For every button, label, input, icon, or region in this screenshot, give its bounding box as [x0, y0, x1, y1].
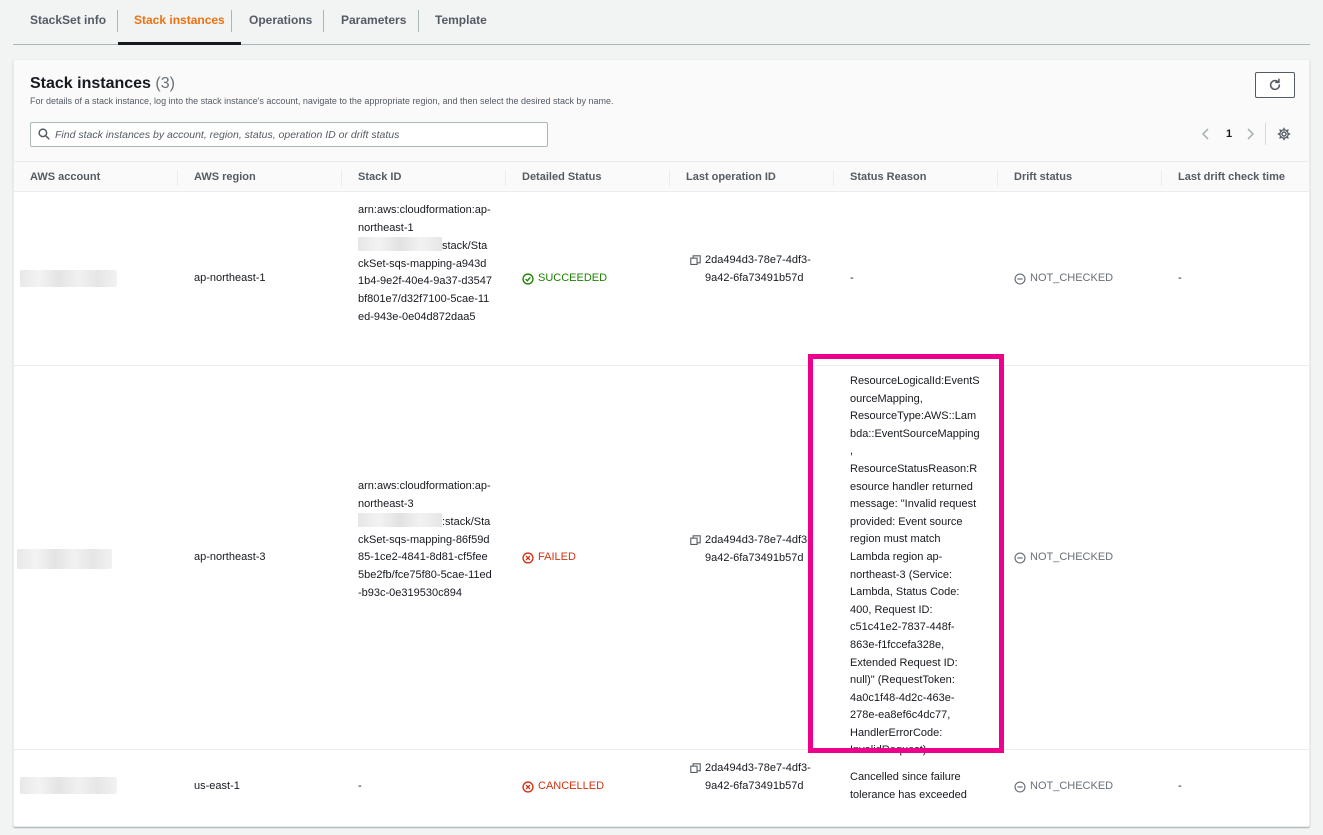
- last-operation-id[interactable]: 2da494d3-78e7-4df3-9a42-6fa73491b57d: [690, 532, 815, 567]
- redacted-account: [358, 237, 442, 252]
- stack-id-prefix: arn:aws:cloudformation:ap-northeast-1: [358, 204, 491, 234]
- column-header-aws-account[interactable]: AWS account: [30, 162, 100, 192]
- stack-id-suffix: :stack/StackSet-sqs-mapping-86f59d85-1ce…: [358, 516, 492, 599]
- preferences-button[interactable]: [1277, 123, 1291, 145]
- drift-status-text: NOT_CHECKED: [1030, 551, 1114, 563]
- stack-id: -: [358, 780, 362, 792]
- operation-id-text: 2da494d3-78e7-4df3-9a42-6fa73491b57d: [705, 762, 811, 792]
- search-icon: [38, 128, 50, 140]
- column-header-last-drift-check-time[interactable]: Last drift check time: [1178, 162, 1285, 192]
- tab-stackset-info[interactable]: StackSet info: [14, 0, 122, 44]
- aws-account-redacted: [17, 549, 112, 569]
- aws-account-redacted: [20, 270, 117, 287]
- copy-icon[interactable]: [690, 535, 701, 546]
- refresh-icon: [1269, 78, 1281, 91]
- drift-status-text: NOT_CHECKED: [1030, 272, 1114, 284]
- panel-description: For details of a stack instance, log int…: [30, 96, 614, 106]
- table-row: ap-northeast-3 arn:aws:cloudformation:ap…: [14, 366, 1309, 756]
- minus-circle-icon: [1014, 781, 1026, 793]
- tab-bar: StackSet info Stack instances Operations…: [13, 0, 1310, 45]
- page-number[interactable]: 1: [1226, 123, 1232, 145]
- stack-id: arn:aws:cloudformation:ap-northeast-1 sta…: [358, 202, 492, 326]
- column-header-status-reason[interactable]: Status Reason: [850, 162, 926, 192]
- drift-status-text: NOT_CHECKED: [1030, 780, 1114, 792]
- aws-region: ap-northeast-3: [194, 551, 266, 563]
- last-drift-check-time: -: [1178, 272, 1182, 284]
- status-text: SUCCEEDED: [538, 272, 608, 284]
- column-divider: [669, 170, 670, 186]
- column-header-last-operation-id[interactable]: Last operation ID: [686, 162, 776, 192]
- column-header-drift-status[interactable]: Drift status: [1014, 162, 1072, 192]
- stack-instances-panel: Stack instances (3) For details of a sta…: [13, 59, 1310, 827]
- column-divider: [341, 170, 342, 186]
- column-header-aws-region[interactable]: AWS region: [194, 162, 256, 192]
- copy-icon[interactable]: [690, 763, 701, 774]
- status-reason: Cancelled since failure tolerance has ex…: [850, 771, 967, 801]
- next-page-button[interactable]: [1245, 123, 1255, 145]
- error-circle-icon: [522, 552, 534, 564]
- chevron-left-icon: [1201, 128, 1209, 140]
- drift-status: NOT_CHECKED: [1014, 270, 1113, 288]
- tab-template[interactable]: Template: [419, 0, 503, 44]
- drift-status: NOT_CHECKED: [1014, 778, 1113, 796]
- column-divider: [505, 170, 506, 186]
- table-header: AWS account AWS region Stack ID Detailed…: [14, 161, 1309, 192]
- table-row: us-east-1 - CANCELLED 2da494d3-78e7-4df3…: [14, 750, 1309, 826]
- panel-title: Stack instances (3): [30, 75, 175, 93]
- tab-divider: [323, 10, 324, 32]
- chevron-right-icon: [1247, 128, 1255, 140]
- drift-status: NOT_CHECKED: [1014, 549, 1113, 567]
- status-text: CANCELLED: [538, 780, 605, 792]
- minus-circle-icon: [1014, 273, 1026, 285]
- column-divider: [833, 170, 834, 186]
- search-field[interactable]: [30, 122, 548, 147]
- operation-id-text: 2da494d3-78e7-4df3-9a42-6fa73491b57d: [705, 254, 811, 284]
- panel-title-text: Stack instances: [30, 75, 151, 92]
- status-badge: SUCCEEDED: [522, 270, 607, 288]
- aws-region: us-east-1: [194, 780, 240, 792]
- status-text: FAILED: [538, 551, 576, 563]
- check-circle-icon: [522, 273, 534, 285]
- stack-id-prefix: arn:aws:cloudformation:ap-northeast-3: [358, 480, 491, 510]
- copy-icon[interactable]: [690, 255, 701, 266]
- redacted-account: [358, 513, 442, 528]
- tab-divider: [231, 10, 232, 32]
- column-divider: [1161, 170, 1162, 186]
- table-row: ap-northeast-1 arn:aws:cloudformation:ap…: [14, 192, 1309, 366]
- last-operation-id[interactable]: 2da494d3-78e7-4df3-9a42-6fa73491b57d: [690, 252, 815, 287]
- column-header-detailed-status[interactable]: Detailed Status: [522, 162, 601, 192]
- column-divider: [177, 170, 178, 186]
- prev-page-button[interactable]: [1201, 123, 1211, 145]
- tab-stack-instances[interactable]: Stack instances: [118, 0, 241, 45]
- minus-circle-icon: [1014, 552, 1026, 564]
- gear-icon: [1277, 127, 1291, 141]
- status-badge: CANCELLED: [522, 778, 604, 796]
- stack-id: arn:aws:cloudformation:ap-northeast-3 :st…: [358, 478, 492, 602]
- refresh-button[interactable]: [1255, 72, 1295, 98]
- aws-region: ap-northeast-1: [194, 272, 266, 284]
- last-drift-check-time: -: [1178, 780, 1182, 792]
- aws-account-redacted: [20, 777, 117, 794]
- error-circle-icon: [522, 781, 534, 793]
- last-operation-id[interactable]: 2da494d3-78e7-4df3-9a42-6fa73491b57d: [690, 760, 815, 795]
- panel-header: Stack instances (3) For details of a sta…: [14, 60, 1309, 161]
- status-badge: FAILED: [522, 549, 576, 567]
- instance-count: (3): [155, 75, 175, 92]
- operation-id-text: 2da494d3-78e7-4df3-9a42-6fa73491b57d: [705, 534, 811, 564]
- stack-id-suffix: stack/StackSet-sqs-mapping-a943d1b4-9e2f…: [358, 240, 492, 323]
- search-input[interactable]: [55, 125, 543, 144]
- column-header-stack-id[interactable]: Stack ID: [358, 162, 401, 192]
- column-divider: [997, 170, 998, 186]
- pager-divider: [1265, 123, 1266, 145]
- tab-parameters[interactable]: Parameters: [325, 0, 422, 44]
- status-reason: -: [850, 272, 854, 284]
- tab-operations[interactable]: Operations: [233, 0, 328, 44]
- status-reason: ResourceLogicalId:EventSourceMapping, Re…: [850, 375, 980, 757]
